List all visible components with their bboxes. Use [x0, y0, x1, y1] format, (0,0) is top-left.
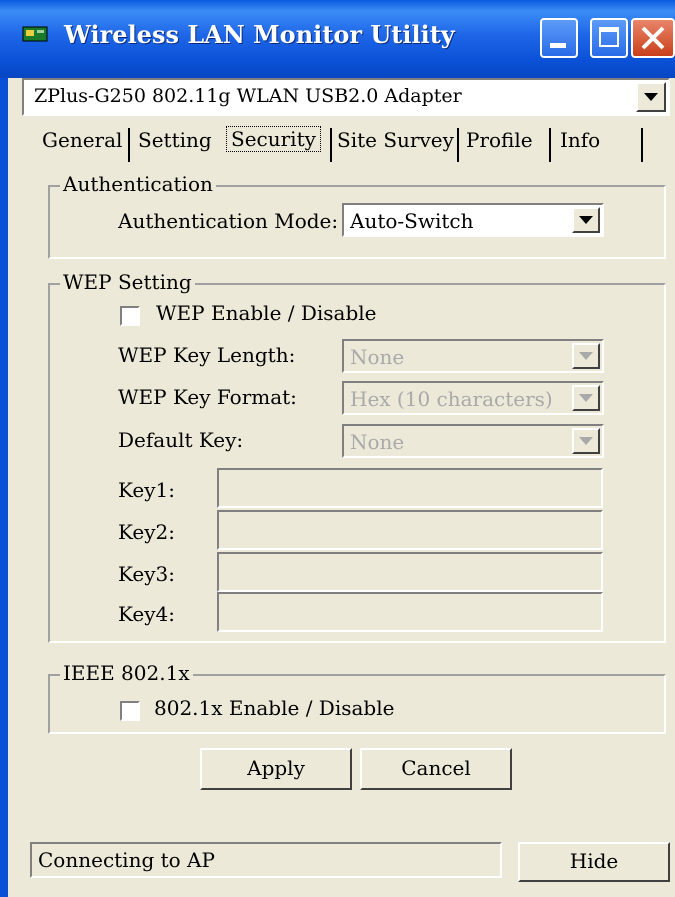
- adapter-select-value: ZPlus-G250 802.11g WLAN USB2.0 Adapter: [34, 85, 462, 107]
- adapter-dropdown-button[interactable]: [636, 82, 666, 112]
- authentication-mode-dropdown-button[interactable]: [572, 207, 600, 233]
- tab-divider: [330, 128, 332, 162]
- wep-key-length-dropdown-button[interactable]: [572, 343, 600, 369]
- adapter-select[interactable]: ZPlus-G250 802.11g WLAN USB2.0 Adapter: [22, 78, 670, 116]
- chevron-down-icon: [579, 352, 593, 360]
- minimize-icon: [550, 43, 566, 48]
- key3-field[interactable]: [217, 552, 603, 592]
- authentication-mode-value: Auto-Switch: [350, 209, 474, 233]
- tab-divider: [641, 128, 643, 162]
- default-key-value: None: [350, 430, 405, 454]
- tab-profile[interactable]: Profile: [466, 128, 533, 152]
- wep-setting-group-label: WEP Setting: [60, 270, 195, 294]
- wep-enable-checkbox[interactable]: [120, 306, 140, 326]
- wep-key-format-value: Hex (10 characters): [350, 387, 553, 411]
- cancel-button[interactable]: Cancel: [360, 748, 512, 790]
- default-key-select[interactable]: None: [342, 424, 604, 458]
- default-key-dropdown-button[interactable]: [572, 428, 600, 454]
- authentication-group-label: Authentication: [60, 172, 216, 196]
- key4-label: Key4:: [118, 602, 176, 626]
- close-button[interactable]: [631, 18, 675, 58]
- window-frame: [0, 78, 8, 897]
- chevron-down-icon: [579, 216, 593, 224]
- wep-key-length-value: None: [350, 345, 405, 369]
- maximize-icon: [599, 27, 619, 47]
- default-key-label: Default Key:: [118, 428, 244, 452]
- close-icon: [641, 26, 665, 50]
- wep-enable-label: WEP Enable / Disable: [156, 301, 377, 325]
- tab-divider: [457, 128, 459, 162]
- maximize-button[interactable]: [590, 18, 628, 58]
- minimize-button[interactable]: [540, 18, 578, 58]
- tab-site-survey[interactable]: Site Survey: [337, 128, 454, 152]
- tab-general[interactable]: General: [42, 128, 122, 152]
- key1-field[interactable]: [217, 468, 603, 508]
- status-bar: Connecting to AP: [30, 842, 502, 878]
- key3-label: Key3:: [118, 562, 176, 586]
- authentication-mode-select[interactable]: Auto-Switch: [342, 203, 604, 237]
- tab-security[interactable]: Security: [226, 126, 321, 152]
- tab-info[interactable]: Info: [560, 128, 600, 152]
- wep-key-format-select[interactable]: Hex (10 characters): [342, 381, 604, 415]
- authentication-mode-label: Authentication Mode:: [118, 209, 339, 233]
- key2-field[interactable]: [217, 510, 603, 550]
- wep-key-format-label: WEP Key Format:: [118, 385, 297, 409]
- apply-button[interactable]: Apply: [200, 748, 352, 790]
- wep-key-length-select[interactable]: None: [342, 339, 604, 373]
- ieee-8021x-enable-label: 802.1x Enable / Disable: [154, 696, 395, 720]
- utility-window: Wireless LAN Monitor Utility ZPlus-G250 …: [0, 0, 675, 897]
- hide-button[interactable]: Hide: [518, 842, 670, 882]
- window-title: Wireless LAN Monitor Utility: [64, 20, 455, 49]
- tab-setting[interactable]: Setting: [138, 128, 212, 152]
- ieee-8021x-enable-checkbox[interactable]: [120, 701, 140, 721]
- key4-field[interactable]: [217, 592, 603, 632]
- wireless-card-icon: [22, 26, 48, 42]
- key1-label: Key1:: [118, 478, 176, 502]
- key2-label: Key2:: [118, 520, 176, 544]
- wep-key-length-label: WEP Key Length:: [118, 343, 296, 367]
- status-text: Connecting to AP: [38, 848, 215, 872]
- tab-divider: [549, 128, 551, 162]
- title-bar[interactable]: Wireless LAN Monitor Utility: [0, 0, 675, 78]
- tab-divider: [128, 128, 130, 162]
- wep-key-format-dropdown-button[interactable]: [572, 385, 600, 411]
- ieee-8021x-group-label: IEEE 802.1x: [60, 661, 193, 685]
- chevron-down-icon: [644, 93, 658, 101]
- chevron-down-icon: [579, 437, 593, 445]
- chevron-down-icon: [579, 394, 593, 402]
